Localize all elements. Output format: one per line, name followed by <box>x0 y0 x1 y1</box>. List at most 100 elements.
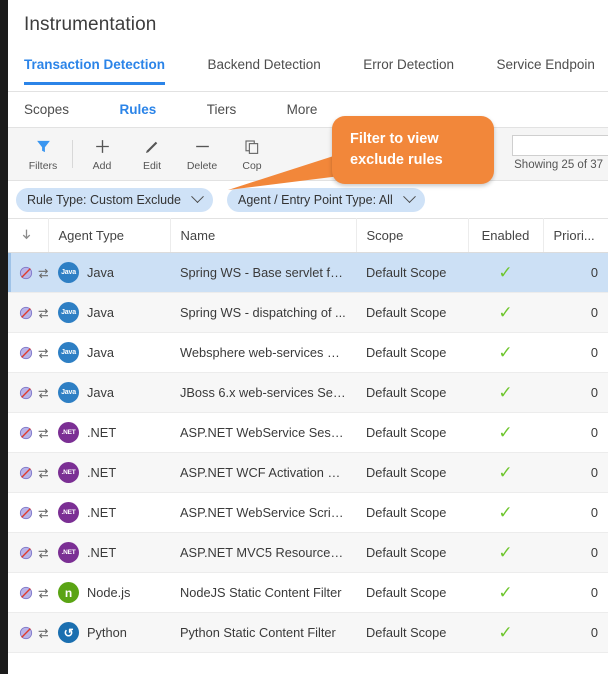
column-header-agent-type[interactable]: Agent Type <box>48 218 171 253</box>
row-enabled-cell[interactable]: ✓ <box>468 252 543 293</box>
callout-tooltip: Filter to view exclude rules <box>332 116 494 184</box>
table-row[interactable]: ↺ Python Python Static Content Filter Defau… <box>8 612 608 653</box>
subtab-scopes[interactable]: Scopes <box>24 92 69 128</box>
java-agent-icon: Java <box>58 382 79 403</box>
table-row[interactable]: n Node.js NodeJS Static Content Filter Defa… <box>8 572 608 613</box>
row-enabled-cell[interactable]: ✓ <box>468 412 543 453</box>
pencil-icon <box>127 137 177 158</box>
exclude-rule-icon[interactable] <box>18 344 34 361</box>
tab-backend-detection[interactable]: Backend Detection <box>208 57 321 84</box>
row-priority-cell: 0 <box>543 292 608 333</box>
rules-table-body: Java Java Spring WS - Base servlet for... D… <box>8 252 608 653</box>
row-agent-type-label: .NET <box>87 545 117 560</box>
search-input[interactable] <box>512 135 608 156</box>
row-icons-cell <box>8 292 48 333</box>
tab-transaction-detection[interactable]: Transaction Detection <box>24 57 166 85</box>
chevron-down-icon <box>191 190 204 204</box>
subtab-more[interactable]: More <box>287 92 318 128</box>
row-scope-cell: Default Scope <box>356 532 468 573</box>
delete-button[interactable]: Delete <box>177 137 227 172</box>
table-row[interactable]: Java Java Websphere web-services Se... Defa… <box>8 332 608 373</box>
exclude-rule-icon[interactable] <box>18 624 34 641</box>
java-agent-icon: Java <box>58 342 79 363</box>
row-scope-cell: Default Scope <box>356 612 468 653</box>
row-priority-cell: 0 <box>543 252 608 293</box>
table-row[interactable]: Java Java Spring WS - dispatching of ... De… <box>8 292 608 333</box>
exclude-rule-icon[interactable] <box>18 544 34 561</box>
row-agent-type-cell: n Node.js <box>48 572 170 613</box>
tab-error-detection[interactable]: Error Detection <box>363 57 454 84</box>
row-priority-cell: 0 <box>543 612 608 653</box>
row-enabled-cell[interactable]: ✓ <box>468 492 543 533</box>
tab-service-endpoint[interactable]: Service Endpoin <box>497 57 595 84</box>
swap-arrows-icon[interactable] <box>37 425 48 440</box>
exclude-rule-icon[interactable] <box>18 464 34 481</box>
row-scope-label: Default Scope <box>366 545 447 560</box>
row-enabled-cell[interactable]: ✓ <box>468 372 543 413</box>
column-header-priority[interactable]: Priori... <box>543 218 608 253</box>
row-agent-type-label: Java <box>87 345 115 360</box>
exclude-rule-icon[interactable] <box>18 584 34 601</box>
exclude-rule-icon[interactable] <box>18 504 34 521</box>
row-enabled-cell[interactable]: ✓ <box>468 532 543 573</box>
swap-arrows-icon[interactable] <box>37 465 48 480</box>
row-name-cell: ASP.NET WCF Activation Ha... <box>170 452 356 493</box>
swap-arrows-icon[interactable] <box>37 385 48 400</box>
column-header-sort[interactable] <box>8 218 49 253</box>
row-priority-label: 0 <box>590 545 598 560</box>
sub-tab-bar: Scopes Rules Tiers More <box>8 92 608 128</box>
table-row[interactable]: Java Java Spring WS - Base servlet for... D… <box>8 252 608 293</box>
exclude-rule-icon[interactable] <box>18 264 34 281</box>
row-name-label: Spring WS - Base servlet for... <box>180 265 346 280</box>
row-scope-cell: Default Scope <box>356 572 468 613</box>
subtab-rules[interactable]: Rules <box>119 92 156 128</box>
row-scope-cell: Default Scope <box>356 372 468 413</box>
row-priority-label: 0 <box>590 425 598 440</box>
row-enabled-cell[interactable]: ✓ <box>468 332 543 373</box>
row-agent-type-cell: Java Java <box>48 372 170 413</box>
edit-button[interactable]: Edit <box>127 137 177 172</box>
table-row[interactable]: Java Java JBoss 6.x web-services Servl... D… <box>8 372 608 413</box>
swap-arrows-icon[interactable] <box>37 545 48 560</box>
swap-arrows-icon[interactable] <box>37 585 48 600</box>
column-header-name[interactable]: Name <box>170 218 357 253</box>
row-agent-type-label: Python <box>87 625 127 640</box>
subtab-tiers[interactable]: Tiers <box>207 92 237 128</box>
swap-arrows-icon[interactable] <box>37 345 48 360</box>
row-scope-cell: Default Scope <box>356 292 468 333</box>
node-agent-icon: n <box>58 582 79 603</box>
table-row[interactable]: .NET .NET ASP.NET MVC5 Resource Ha... Defau… <box>8 532 608 573</box>
exclude-rule-icon[interactable] <box>18 424 34 441</box>
row-enabled-cell[interactable]: ✓ <box>468 612 543 653</box>
column-header-enabled[interactable]: Enabled <box>468 218 544 253</box>
swap-arrows-icon[interactable] <box>37 625 48 640</box>
enabled-check-icon: ✓ <box>498 583 513 602</box>
table-row[interactable]: .NET .NET ASP.NET WebService Script ... Def… <box>8 492 608 533</box>
filter-rule-type[interactable]: Rule Type: Custom Exclude <box>16 187 214 212</box>
row-scope-cell: Default Scope <box>356 332 468 373</box>
table-row[interactable]: .NET .NET ASP.NET WebService Sessio... Defa… <box>8 412 608 453</box>
enabled-check-icon: ✓ <box>498 543 513 562</box>
exclude-rule-icon[interactable] <box>18 304 34 321</box>
row-agent-type-cell: .NET .NET <box>48 452 170 493</box>
row-priority-label: 0 <box>590 345 598 360</box>
row-scope-label: Default Scope <box>366 265 447 280</box>
column-header-scope[interactable]: Scope <box>356 218 469 253</box>
filters-button[interactable]: Filters <box>18 137 68 172</box>
net-agent-icon: .NET <box>58 422 79 443</box>
row-scope-cell: Default Scope <box>356 452 468 493</box>
search-area <box>512 135 608 156</box>
table-row[interactable]: .NET .NET ASP.NET WCF Activation Ha... Defa… <box>8 452 608 493</box>
row-name-cell: Spring WS - Base servlet for... <box>170 252 356 293</box>
swap-arrows-icon[interactable] <box>37 505 48 520</box>
swap-arrows-icon[interactable] <box>37 265 48 280</box>
row-name-cell: Spring WS - dispatching of ... <box>170 292 356 333</box>
row-priority-label: 0 <box>590 305 598 320</box>
add-button[interactable]: Add <box>77 137 127 172</box>
row-enabled-cell[interactable]: ✓ <box>468 572 543 613</box>
row-enabled-cell[interactable]: ✓ <box>468 292 543 333</box>
java-agent-icon: Java <box>58 262 79 283</box>
row-enabled-cell[interactable]: ✓ <box>468 452 543 493</box>
swap-arrows-icon[interactable] <box>37 305 48 320</box>
exclude-rule-icon[interactable] <box>18 384 34 401</box>
